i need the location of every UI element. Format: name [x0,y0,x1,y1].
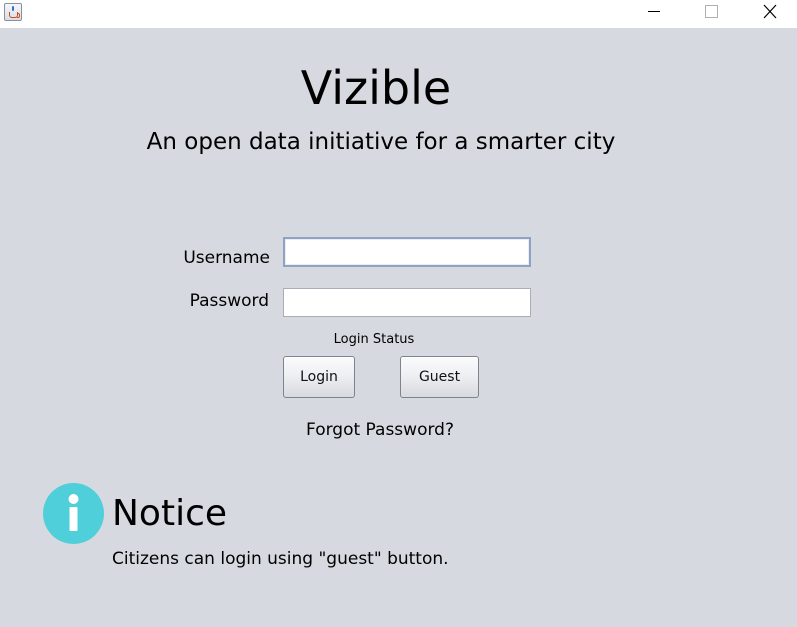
login-status: Login Status [333,332,415,347]
password-label: Password [189,291,269,311]
guest-button[interactable]: Guest [400,356,479,398]
notice-text: Citizens can login using "guest" button. [112,549,449,569]
window-titlebar [0,0,797,28]
username-label: Username [183,248,270,268]
notice-title: Notice [112,493,228,534]
minimize-icon [648,11,660,12]
password-input[interactable] [283,288,531,317]
close-button[interactable] [747,0,793,28]
maximize-button[interactable] [688,0,734,28]
username-input[interactable] [283,237,531,267]
app-title: Vizible [300,61,452,115]
info-icon [43,483,104,544]
minimize-button[interactable] [631,0,677,28]
java-cup-icon [4,3,22,21]
close-icon [763,4,777,19]
forgot-password-link[interactable]: Forgot Password? [280,419,480,441]
login-button[interactable]: Login [283,356,355,398]
maximize-icon [705,5,718,18]
app-subtitle: An open data initiative for a smarter ci… [146,129,616,155]
